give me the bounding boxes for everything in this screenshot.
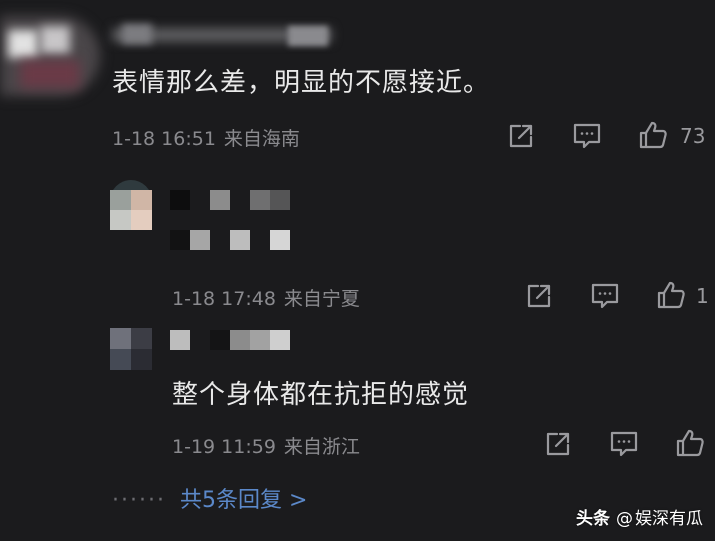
watermark-account: 娱深有瓜 (635, 509, 703, 529)
reply-text (170, 230, 290, 250)
comment-icon[interactable] (572, 121, 602, 151)
avatar[interactable] (110, 328, 152, 370)
comment-icon[interactable] (590, 281, 620, 311)
comment-icon[interactable] (609, 429, 639, 459)
thumbs-up-icon[interactable] (675, 428, 705, 458)
reply-location: 来自宁夏 (283, 288, 360, 310)
username[interactable] (170, 330, 300, 350)
watermark-brand: 头条 (576, 509, 610, 529)
share-icon[interactable] (506, 121, 536, 151)
reply-text: 整个身体都在抗拒的感觉 (172, 380, 470, 410)
thumbs-up-icon[interactable] (638, 120, 668, 150)
thumbs-up-icon[interactable] (656, 280, 686, 310)
reply-location: 来自浙江 (283, 436, 360, 458)
watermark: 头条 @ 娱深有瓜 (576, 504, 703, 529)
comment-time: 1-18 16:51 (112, 128, 216, 150)
ellipsis: ······ (112, 488, 166, 513)
username[interactable] (112, 20, 332, 48)
comment-meta: 1-18 16:51 来自海南 (112, 124, 300, 151)
reply-meta: 1-19 11:59 来自浙江 (172, 432, 360, 459)
watermark-separator: @ (616, 509, 633, 529)
comment-location: 来自海南 (223, 128, 300, 150)
reply-time: 1-19 11:59 (172, 436, 276, 458)
avatar[interactable] (110, 180, 152, 230)
comment-text: 表情那么差，明显的不愿接近。 (112, 68, 491, 98)
reply-meta: 1-18 17:48 来自宁夏 (172, 284, 360, 311)
like-count: 73 (680, 124, 706, 148)
share-icon[interactable] (543, 429, 573, 459)
reply-time: 1-18 17:48 (172, 288, 276, 310)
more-replies-link[interactable]: 共5条回复 > (180, 488, 307, 513)
username[interactable] (170, 190, 300, 210)
share-icon[interactable] (524, 281, 554, 311)
like-count: 1 (696, 284, 709, 308)
avatar[interactable] (0, 16, 100, 96)
more-replies[interactable]: ······ 共5条回复 > (112, 482, 307, 514)
